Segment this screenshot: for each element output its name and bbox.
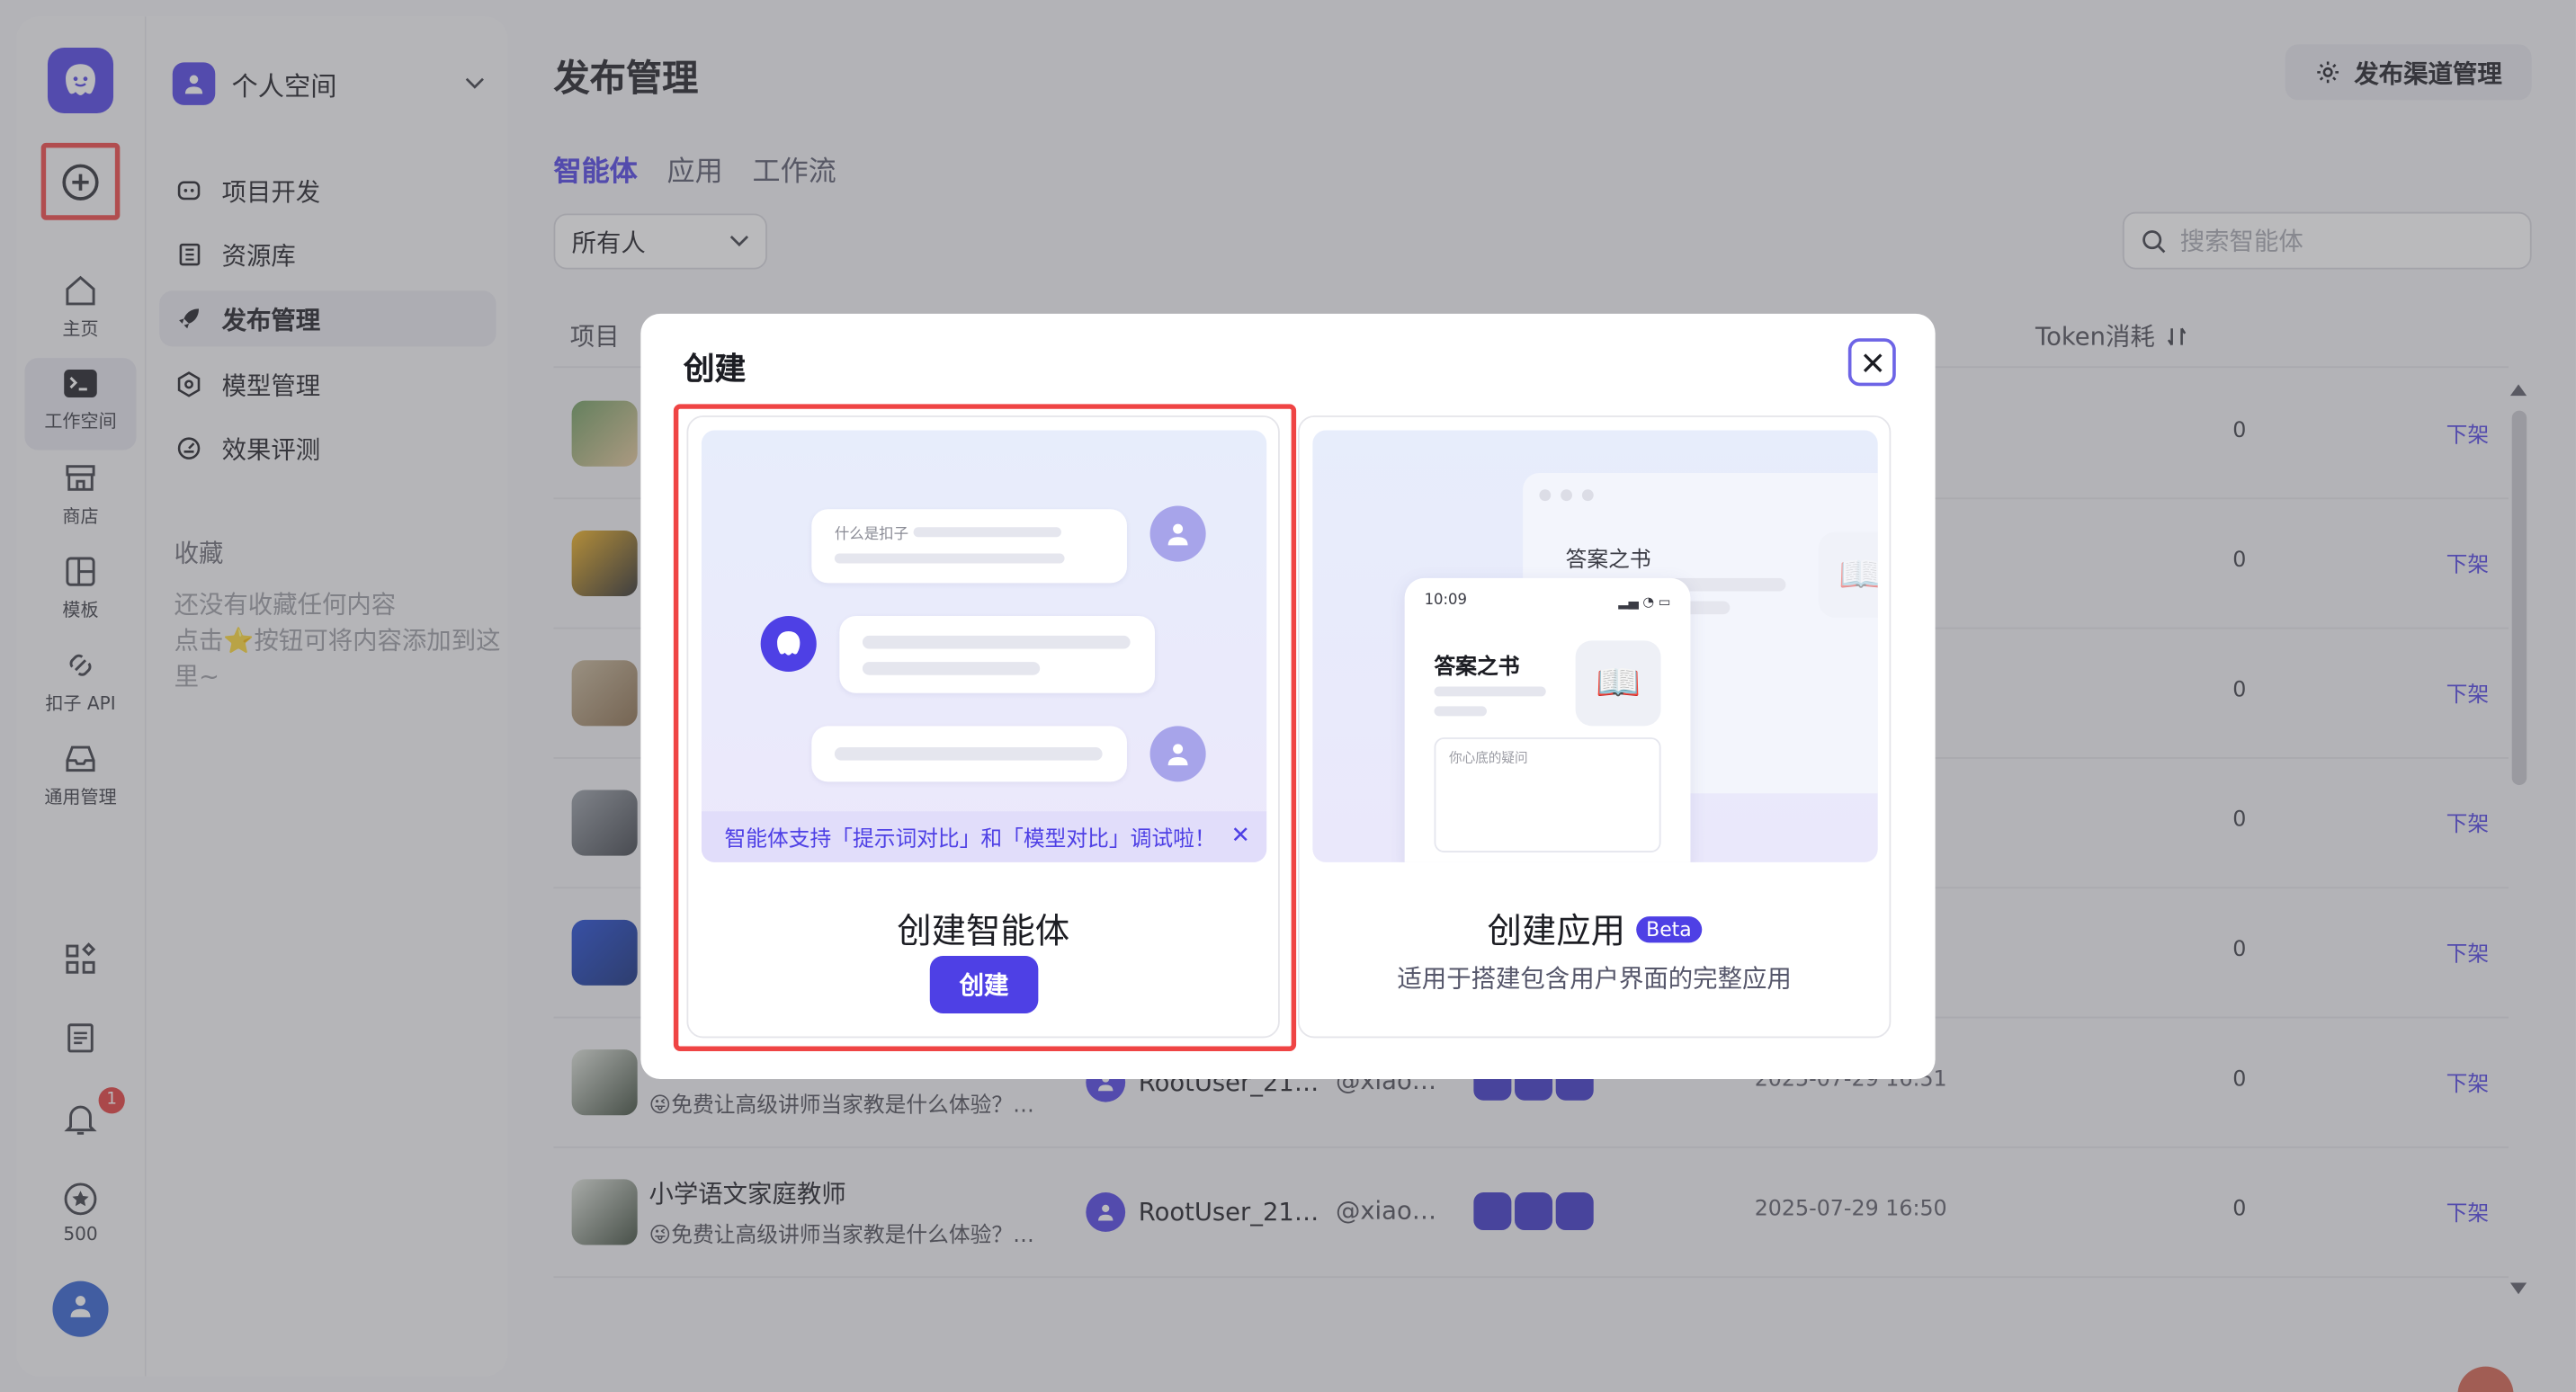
book-icon: 📖 bbox=[1575, 640, 1661, 727]
create-app-title: 创建应用 Beta bbox=[1300, 905, 1890, 954]
close-icon bbox=[1863, 352, 1882, 372]
create-app-subtitle: 适用于搭建包含用户界面的完整应用 bbox=[1397, 964, 1792, 995]
app-preview: 答案之书 📖 10:09 ▂▄ ◔ ▭ 答案之书 📖 你心底的疑问 bbox=[1312, 430, 1878, 862]
highlight-box bbox=[673, 404, 1297, 1051]
book-icon: 📖 bbox=[1818, 531, 1878, 618]
beta-badge: Beta bbox=[1636, 916, 1702, 943]
close-button[interactable] bbox=[1847, 338, 1896, 387]
question-input-mock: 你心底的疑问 bbox=[1434, 737, 1661, 852]
create-app-card[interactable]: 答案之书 📖 10:09 ▂▄ ◔ ▭ 答案之书 📖 你心底的疑问 bbox=[1297, 415, 1892, 1039]
modal-title: 创建 bbox=[683, 351, 747, 388]
status-icons: ▂▄ ◔ ▭ bbox=[1618, 594, 1671, 610]
app-phone-mock: 10:09 ▂▄ ◔ ▭ 答案之书 📖 你心底的疑问 bbox=[1404, 577, 1691, 862]
create-modal: 创建 什么是扣子 智能体支持「提示词对比」和「模型对比」调试啦！ ✕ 创建智能体… bbox=[640, 313, 1936, 1080]
